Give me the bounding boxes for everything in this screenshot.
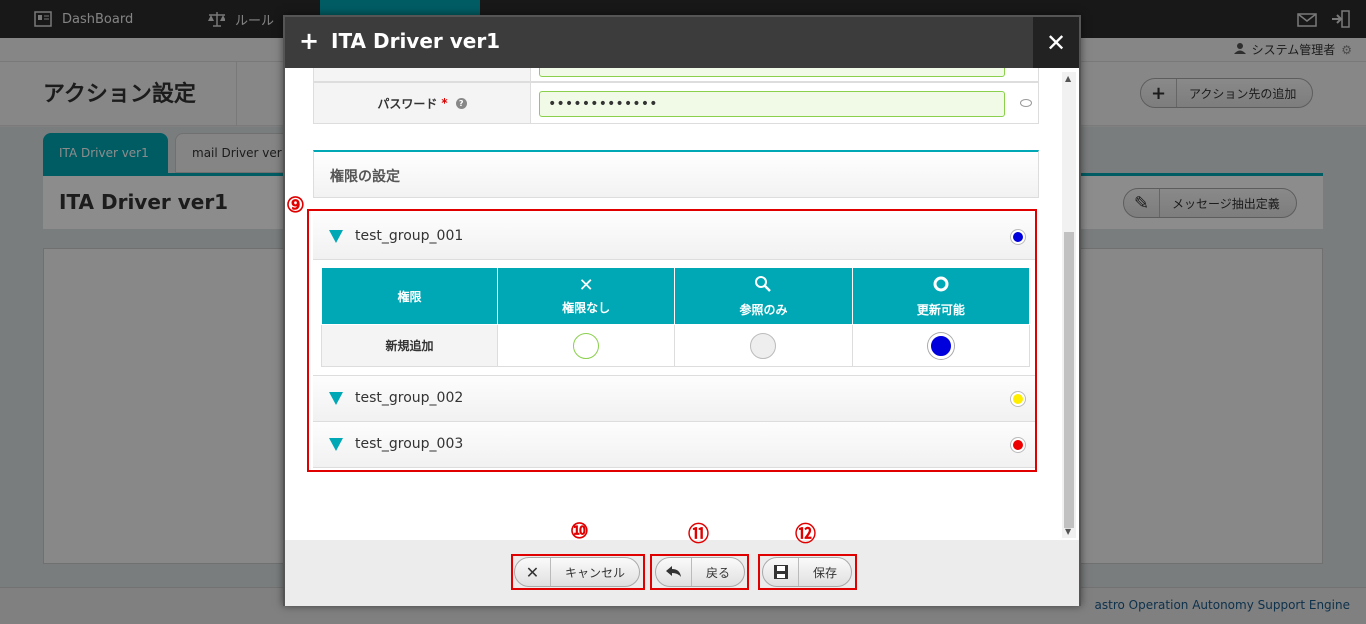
permission-section-header: 権限の設定 [313, 150, 1039, 198]
password-label-text: パスワード [377, 96, 438, 111]
eye-icon[interactable] [1020, 99, 1032, 107]
annotation-marker-10: ⑩ [570, 518, 589, 543]
annotation-marker-9: ⑨ [286, 192, 305, 217]
form-label-previous [314, 68, 531, 81]
plus-icon: + [299, 27, 320, 55]
close-button[interactable]: ✕ [1033, 17, 1079, 68]
previous-input[interactable] [539, 68, 1005, 77]
annotation-marker-11: ⑪ [688, 521, 709, 546]
required-mark: * [441, 96, 448, 110]
annotation-box-cancel [511, 554, 645, 590]
close-icon: ✕ [1045, 28, 1067, 57]
password-label: パスワード * ? [314, 83, 531, 123]
section-title: 権限の設定 [330, 169, 400, 185]
scroll-down-icon[interactable]: ▼ [1065, 527, 1071, 536]
form-row-password: パスワード * ? ••••••••••••• [313, 82, 1039, 124]
modal-title: ITA Driver ver1 [331, 29, 501, 53]
annotation-box-back [650, 554, 749, 590]
scroll-thumb[interactable] [1064, 232, 1074, 528]
modal-header: + ITA Driver ver1 ✕ [285, 17, 1079, 68]
form-row-previous [313, 68, 1039, 82]
annotation-marker-12: ⑫ [795, 521, 816, 546]
annotation-box-groups [307, 209, 1037, 472]
password-input[interactable]: ••••••••••••• [539, 91, 1005, 117]
help-icon[interactable]: ? [455, 97, 467, 109]
scroll-up-icon[interactable]: ▲ [1065, 74, 1071, 83]
annotation-box-save [758, 554, 857, 590]
modal-scrollbar[interactable]: ▲ ▼ [1062, 72, 1076, 538]
